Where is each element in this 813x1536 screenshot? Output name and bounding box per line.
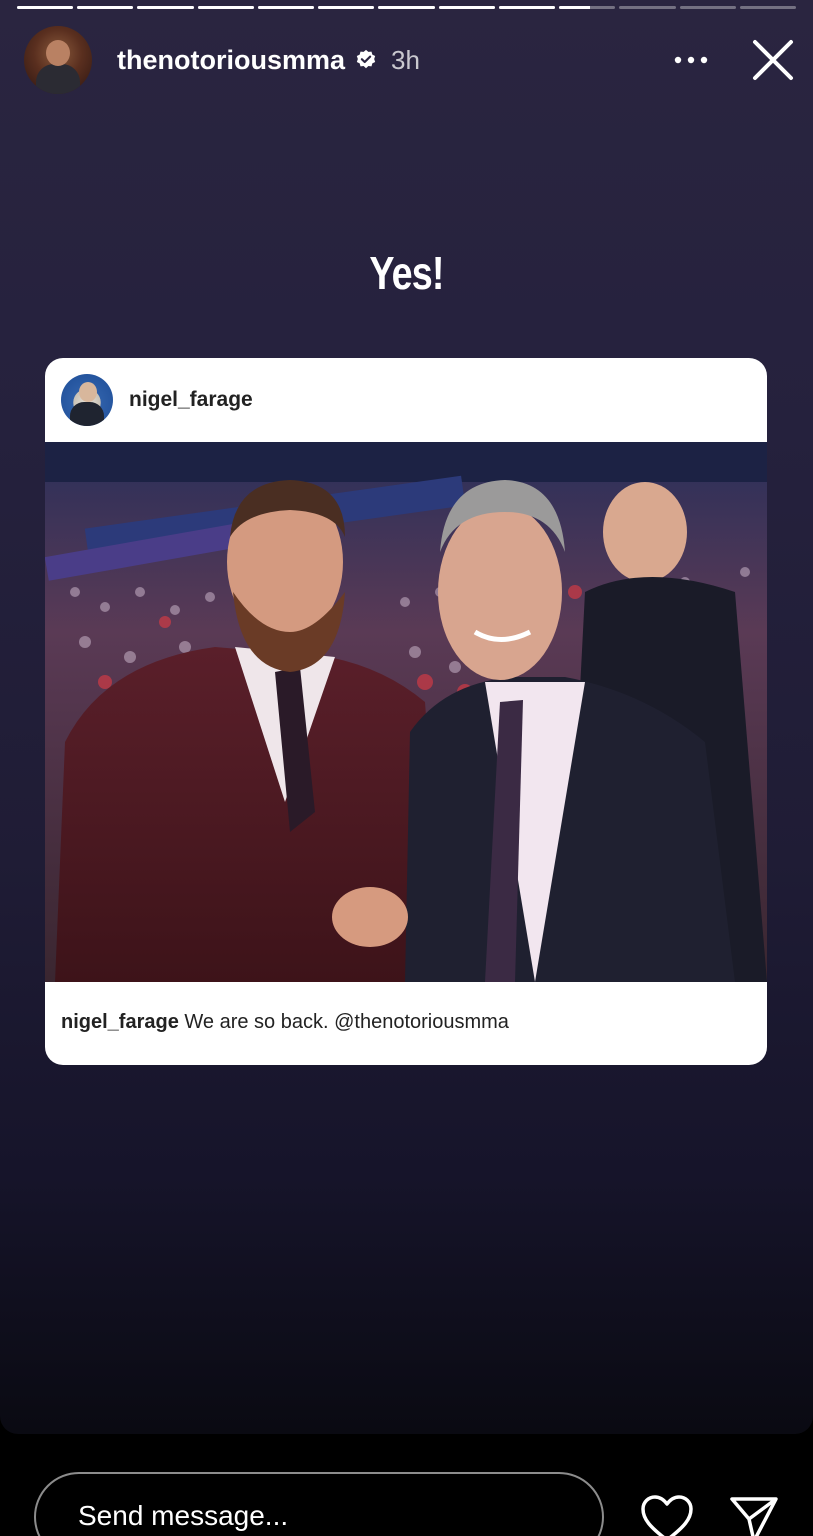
story-text: Yes! [369,247,444,299]
story-progress-segment [197,6,254,9]
send-message-placeholder: Send message... [78,1500,289,1531]
embedded-post-caption: nigel_farage We are so back. @thenotorio… [61,1011,509,1034]
embedded-post-photo [45,442,767,982]
story-progress-segment [498,6,556,9]
close-button[interactable] [751,38,795,82]
story-progress-segment [318,6,375,9]
story-progress-segment [739,6,797,9]
embedded-post-caption-user: nigel_farage [61,1011,179,1033]
story-timestamp: 3h [391,44,420,75]
like-button[interactable] [640,1494,694,1536]
embedded-post-username: nigel_farage [129,388,253,411]
paper-plane-icon [730,1497,778,1536]
story-progress-segment [17,6,74,9]
close-icon [753,40,793,80]
verified-badge-icon [355,49,377,71]
story-progress-bar [17,6,797,10]
more-options-button[interactable] [671,40,711,80]
story-progress-segment [137,6,194,9]
embedded-post-card[interactable]: nigel_farage nigel_farage We are so back… [45,358,767,1065]
story-progress-segment [679,6,736,9]
story-progress-segment [77,6,134,9]
story-progress-segment [438,6,495,9]
story-progress-segment [559,6,616,9]
story-header: thenotoriousmma 3h [24,26,795,94]
embedded-post-caption-text: We are so back. @thenotoriousmma [184,1011,509,1033]
story-username[interactable]: thenotoriousmma [117,45,345,76]
send-message-input[interactable]: Send message... [34,1472,604,1536]
story-progress-segment [257,6,315,9]
story-viewer[interactable]: thenotoriousmma 3h Yes! nigel_farage nig… [0,0,813,1434]
reply-bar: Send message... [0,1434,813,1536]
heart-icon [641,1495,693,1536]
story-progress-segment [378,6,435,9]
share-button[interactable] [728,1494,780,1536]
embedded-post-avatar [61,374,113,426]
more-dots-icon [674,56,708,64]
story-progress-segment [619,6,676,9]
embedded-post-header: nigel_farage [45,358,767,442]
profile-avatar[interactable] [24,26,92,94]
